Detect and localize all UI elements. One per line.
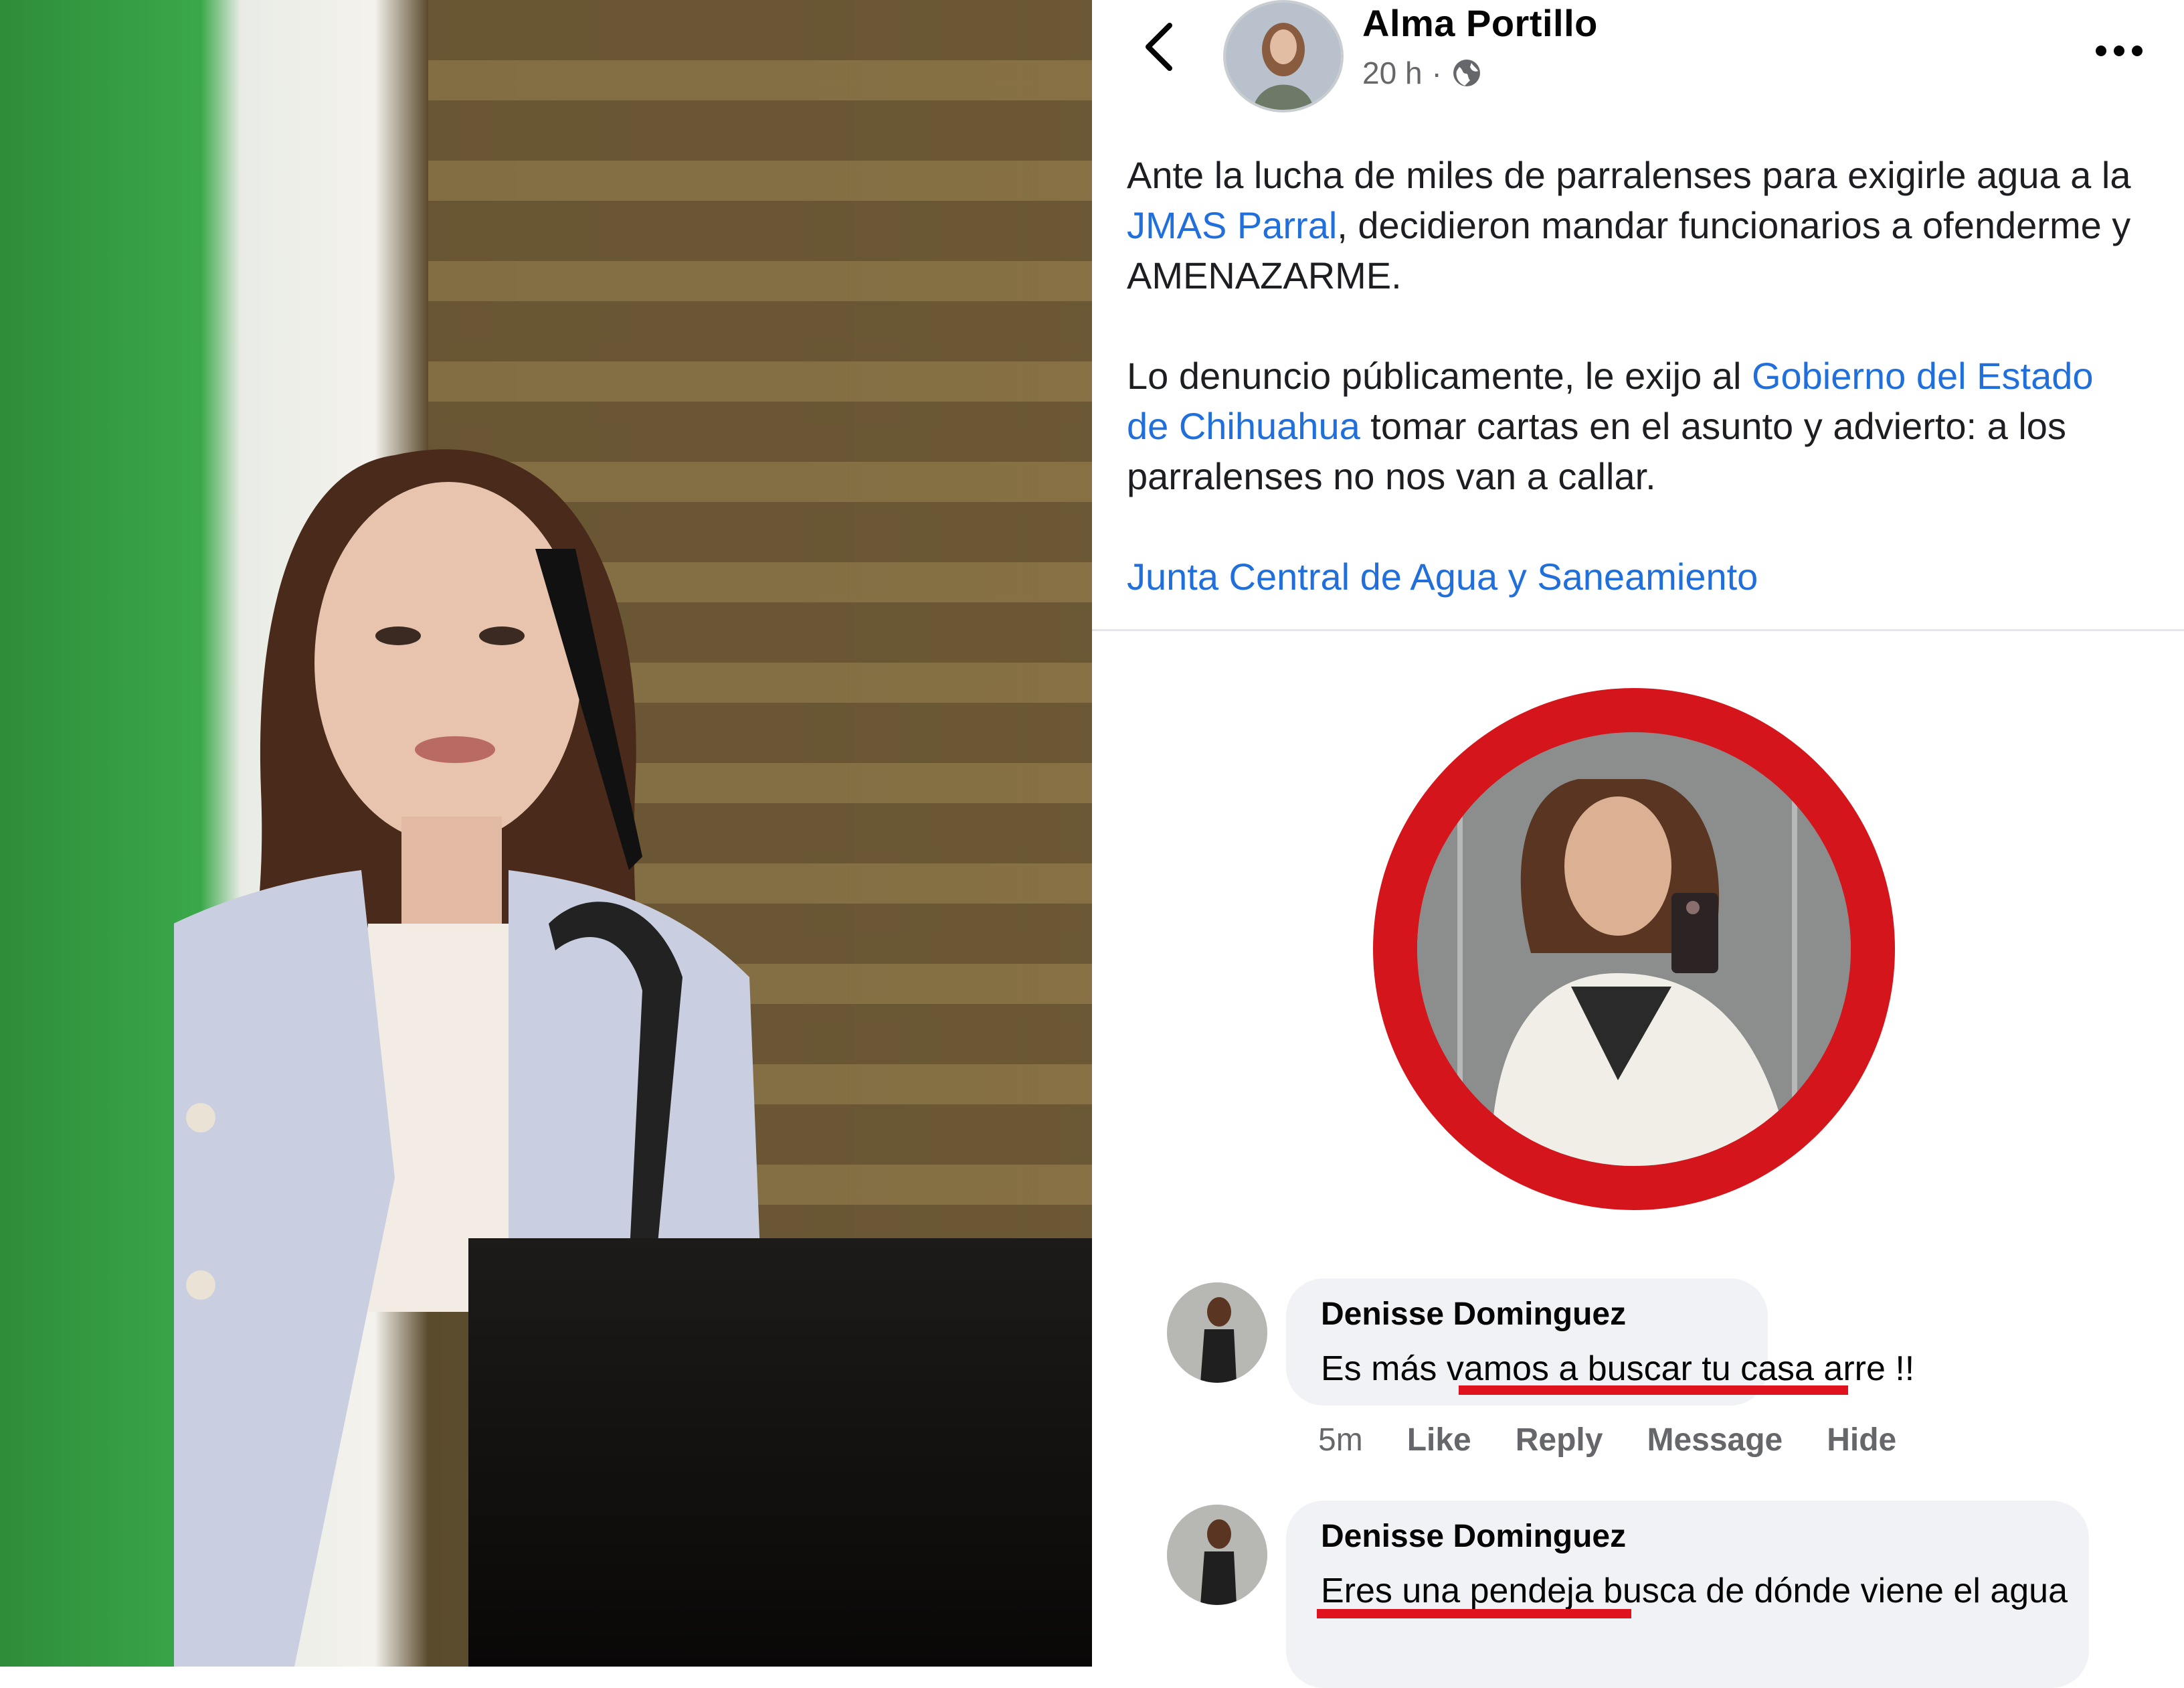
podium [468, 1238, 1092, 1667]
commenter-name[interactable]: Denisse Dominguez [1321, 1296, 1626, 1333]
profile-photo-image[interactable] [1417, 732, 1851, 1166]
commenter-avatar[interactable] [1167, 1505, 1267, 1605]
globe-icon [1453, 60, 1480, 86]
meta-separator: · [1431, 56, 1442, 90]
post-paragraph-2: Lo denuncio públicamente, le exijo al Go… [1127, 351, 2144, 501]
speaker-photo [0, 0, 1092, 1667]
avatar-image [1226, 3, 1341, 110]
more-horizontal-icon [2096, 46, 2143, 56]
post-divider [1092, 629, 2184, 631]
post-time[interactable]: 20 h [1362, 55, 1423, 91]
back-button[interactable] [1135, 20, 1188, 74]
comment-bubble: Denisse Dominguez Eres una pendeja busca… [1286, 1501, 2089, 1688]
post-paragraph-1: Ante la lucha de miles de parralenses pa… [1127, 150, 2144, 301]
commenter-avatar-image [1167, 1505, 1267, 1605]
comment-time: 5m [1318, 1422, 1363, 1458]
paragraph-1-text-a: Ante la lucha de miles de parralenses pa… [1127, 154, 2131, 196]
highlighted-profile-photo [1373, 688, 1895, 1210]
message-button[interactable]: Message [1647, 1422, 1783, 1458]
reply-button[interactable]: Reply [1516, 1422, 1603, 1458]
hide-button[interactable]: Hide [1827, 1422, 1896, 1458]
red-underline [1459, 1385, 1848, 1395]
red-underline [1317, 1609, 1631, 1618]
paragraph-2-text-a: Lo denuncio públicamente, le exijo al [1127, 355, 1752, 397]
comment-2: Denisse Dominguez Eres una pendeja busca… [1092, 1501, 2184, 1688]
junta-central-link[interactable]: Junta Central de Agua y Saneamiento [1127, 556, 1758, 598]
commenter-avatar-image [1167, 1282, 1267, 1383]
comment-1: Denisse Dominguez Es más vamos a buscar … [1092, 1278, 2184, 1479]
chevron-left-icon [1146, 23, 1172, 71]
like-button[interactable]: Like [1407, 1422, 1471, 1458]
more-options-button[interactable] [2082, 27, 2156, 67]
commenter-name[interactable]: Denisse Dominguez [1321, 1518, 1626, 1555]
selfie-figure [1417, 732, 1851, 1166]
post-header: Alma Portillo 20 h · [1092, 0, 2184, 120]
commenter-avatar[interactable] [1167, 1282, 1267, 1383]
comment-actions: 5m Like Reply Message Hide [1318, 1422, 1896, 1458]
post-tag-paragraph: Junta Central de Agua y Saneamiento [1127, 552, 2144, 602]
jmas-parral-link[interactable]: JMAS Parral [1127, 204, 1337, 246]
post-body: Ante la lucha de miles de parralenses pa… [1127, 150, 2144, 602]
facebook-post: Alma Portillo 20 h · Ante la lucha de mi… [1092, 0, 2184, 1688]
post-meta: 20 h · [1362, 55, 1482, 91]
author-avatar[interactable] [1223, 0, 1344, 112]
author-name[interactable]: Alma Portillo [1362, 1, 1598, 45]
